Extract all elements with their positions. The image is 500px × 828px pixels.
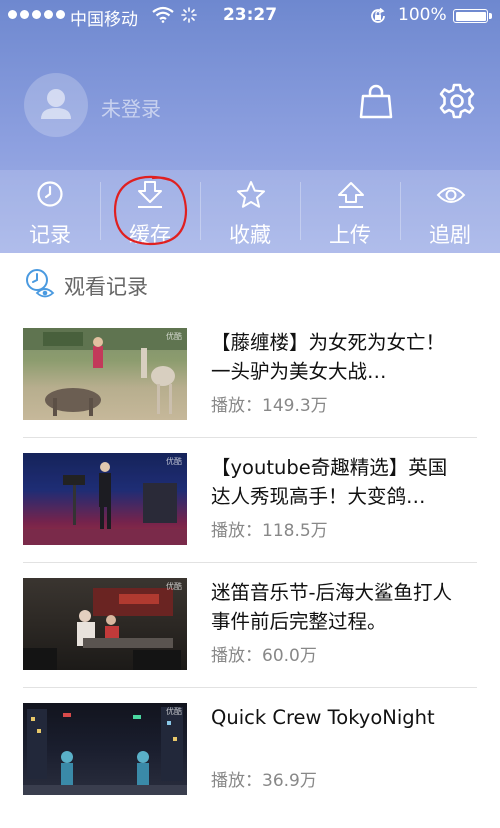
upload-icon [338, 182, 364, 208]
watermark: 优酷 [166, 582, 182, 591]
video-title[interactable]: 【youtube奇趣精选】英国达人秀现高手！大变鸽… [211, 453, 463, 511]
battery-icon [453, 9, 492, 23]
watch-history-header: 观看记录 [24, 267, 148, 301]
status-bar: 中国移动 23:27 100% [0, 0, 500, 32]
avatar[interactable] [24, 73, 88, 137]
video-thumbnail[interactable]: 优酷 [23, 703, 187, 795]
play-count: 播放：118.5万 [211, 521, 328, 541]
tab-label: 追剧 [429, 223, 471, 247]
video-title[interactable]: Quick Crew TokyoNight [211, 703, 463, 732]
play-count: 播放：149.3万 [211, 396, 328, 416]
video-list-item[interactable]: 优酷 Quick Crew TokyoNight 播放：36.9万 [0, 703, 500, 828]
video-title[interactable]: 【藤缠楼】为女死为女亡！一头驴为美女大战… [211, 328, 463, 386]
clock-icon [37, 181, 63, 207]
settings-gear-icon[interactable] [438, 82, 476, 120]
video-list-item[interactable]: 优酷 【youtube奇趣精选】英国达人秀现高手！大变鸽… 播放：118.5万 [0, 453, 500, 578]
login-status[interactable]: 未登录 [101, 93, 161, 122]
history-eye-icon [26, 269, 55, 298]
header: 中国移动 23:27 100% 未登录 记录 缓存 收藏 上传 追剧 [0, 0, 500, 253]
watermark: 优酷 [166, 332, 182, 341]
shopping-bag-icon[interactable] [358, 82, 394, 120]
video-thumbnail[interactable]: 优酷 [23, 453, 187, 545]
annotation-circle [113, 175, 188, 246]
tab-label: 收藏 [229, 223, 271, 247]
tab-favorites[interactable]: 收藏 [200, 170, 300, 253]
battery-percent: 100% [398, 5, 447, 25]
tab-history[interactable]: 记录 [0, 170, 100, 253]
divider [23, 437, 477, 438]
video-list-item[interactable]: 优酷 【藤缠楼】为女死为女亡！一头驴为美女大战… 播放：149.3万 [0, 328, 500, 453]
eye-icon [436, 187, 466, 203]
divider [23, 687, 477, 688]
rotation-lock-icon [371, 7, 385, 23]
tab-bar: 记录 缓存 收藏 上传 追剧 [0, 170, 500, 253]
divider [23, 562, 477, 563]
tab-label: 上传 [329, 223, 371, 247]
user-icon [41, 89, 71, 119]
tab-upload[interactable]: 上传 [300, 170, 400, 253]
watermark: 优酷 [166, 457, 182, 466]
section-title: 观看记录 [64, 275, 148, 299]
play-count: 播放：36.9万 [211, 771, 317, 791]
video-thumbnail[interactable]: 优酷 [23, 328, 187, 420]
play-count: 播放：60.0万 [211, 646, 317, 666]
star-icon [237, 181, 265, 208]
video-thumbnail[interactable]: 优酷 [23, 578, 187, 670]
video-title[interactable]: 迷笛音乐节-后海大鲨鱼打人事件前后完整过程。 [211, 578, 463, 636]
video-list-item[interactable]: 优酷 迷笛音乐节-后海大鲨鱼打人事件前后完整过程。 播放：60.0万 [0, 578, 500, 703]
watermark: 优酷 [166, 707, 182, 716]
tab-label: 记录 [29, 223, 71, 247]
tab-follow-series[interactable]: 追剧 [400, 170, 500, 253]
